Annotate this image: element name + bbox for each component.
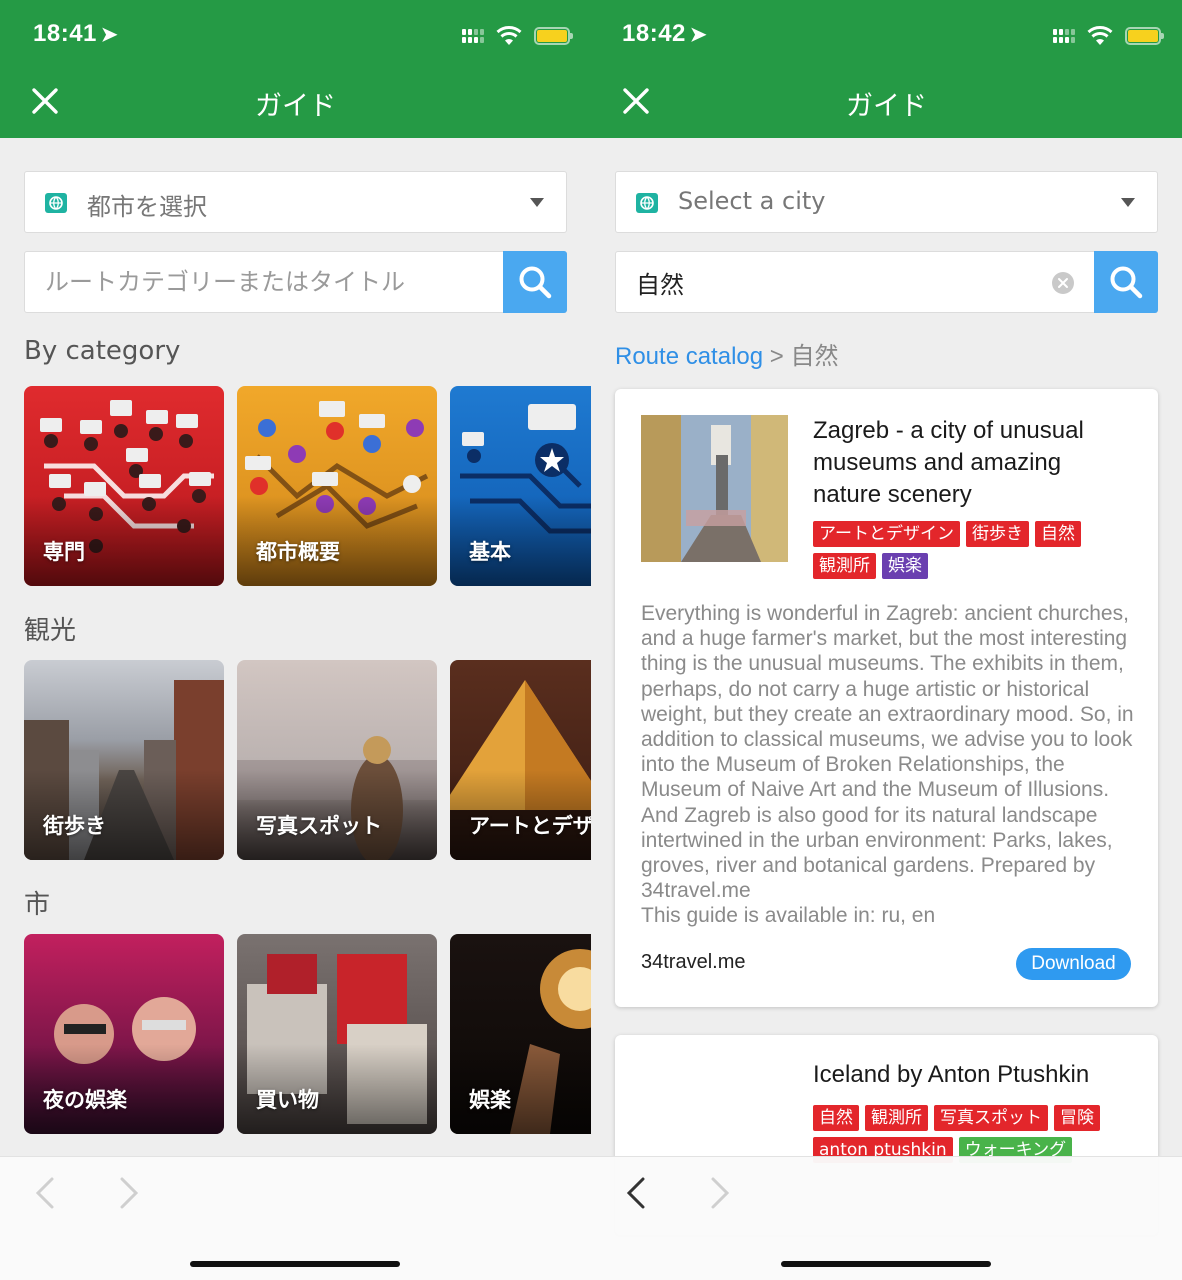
route-tags: 自然 観測所 写真スポット 冒険 anton ptushkin ウォーキング bbox=[813, 1105, 1143, 1163]
search-icon bbox=[1110, 266, 1143, 299]
tag[interactable]: 娯楽 bbox=[882, 553, 928, 579]
search-button[interactable] bbox=[503, 251, 567, 313]
right-screen: 18:42 ➤ ガイド Select a city 自然 Route catal… bbox=[591, 0, 1182, 1280]
sightseeing-row: 街歩き 写真スポット アートとデザイン bbox=[24, 660, 591, 860]
header-title: ガイド bbox=[846, 91, 927, 122]
sightseeing-card-photo-spots[interactable]: 写真スポット bbox=[237, 660, 437, 860]
card-label: 買い物 bbox=[256, 1088, 319, 1112]
breadcrumb-separator: > bbox=[769, 343, 784, 370]
route-card[interactable]: Zagreb - a city of unusual museums and a… bbox=[615, 389, 1158, 1007]
home-indicator[interactable] bbox=[190, 1261, 400, 1267]
category-row: 専門 都市概要 基本 bbox=[24, 386, 591, 586]
city-select-value: Select a city bbox=[678, 187, 826, 215]
browser-toolbar bbox=[591, 1156, 1182, 1280]
category-card-basic[interactable]: 基本 bbox=[450, 386, 591, 586]
chevron-left-icon[interactable] bbox=[30, 1175, 60, 1211]
location-arrow-icon: ➤ bbox=[100, 24, 119, 46]
route-source: 34travel.me bbox=[641, 951, 746, 973]
card-label: 都市概要 bbox=[256, 540, 340, 564]
battery-icon bbox=[534, 27, 573, 45]
card-label: 娯楽 bbox=[469, 1088, 511, 1112]
cellular-signal-icon bbox=[1053, 29, 1075, 43]
chevron-right-icon[interactable] bbox=[114, 1175, 144, 1211]
route-availability: This guide is available in: ru, en bbox=[641, 904, 936, 928]
tag[interactable]: 観測所 bbox=[813, 553, 876, 579]
search-button[interactable] bbox=[1094, 251, 1158, 313]
globe-icon bbox=[45, 193, 67, 213]
download-button[interactable]: Download bbox=[1016, 948, 1131, 980]
city-card-shopping[interactable]: 買い物 bbox=[237, 934, 437, 1134]
section-title-sightseeing: 観光 bbox=[24, 616, 77, 646]
card-label: 基本 bbox=[469, 540, 511, 564]
city-row: 夜の娯楽 買い物 娯楽 bbox=[24, 934, 591, 1134]
chevron-down-icon bbox=[1121, 198, 1135, 207]
tag[interactable]: 街歩き bbox=[965, 521, 1029, 547]
breadcrumb: Route catalog > 自然 bbox=[615, 336, 838, 371]
card-label: 街歩き bbox=[43, 814, 106, 838]
search-bar bbox=[24, 251, 567, 313]
chevron-down-icon bbox=[530, 198, 544, 207]
tag[interactable]: 冒険 bbox=[1054, 1105, 1100, 1131]
chevron-right-icon[interactable] bbox=[705, 1175, 735, 1211]
tag[interactable]: 自然 bbox=[1034, 521, 1081, 547]
city-select-value: 都市を選択 bbox=[87, 193, 207, 221]
left-screen: 18:41➤ ガイド 都市を選択 B bbox=[0, 0, 591, 1280]
card-label: 専門 bbox=[43, 540, 85, 564]
route-tags: アートとデザイン 街歩き 自然 観測所 娯楽 bbox=[813, 521, 1143, 579]
sightseeing-card-walking[interactable]: 街歩き bbox=[24, 660, 224, 860]
status-icons bbox=[1053, 24, 1164, 48]
globe-icon bbox=[636, 193, 658, 213]
breadcrumb-current: 自然 bbox=[790, 343, 839, 370]
tag[interactable]: 観測所 bbox=[865, 1105, 928, 1131]
city-select[interactable]: Select a city bbox=[615, 171, 1158, 233]
category-card-expert[interactable]: 専門 bbox=[24, 386, 224, 586]
card-label: 写真スポット bbox=[256, 814, 382, 838]
home-indicator[interactable] bbox=[781, 1261, 991, 1267]
route-title[interactable]: Iceland by Anton Ptushkin bbox=[813, 1059, 1133, 1091]
clear-icon[interactable] bbox=[1052, 272, 1074, 294]
app-header: 18:41 ➤ ガイド bbox=[0, 0, 591, 138]
tag[interactable]: 自然 bbox=[813, 1105, 859, 1131]
header-title: ガイド bbox=[255, 91, 336, 122]
status-time: 18:42 ➤ bbox=[622, 20, 708, 47]
search-input[interactable] bbox=[25, 252, 503, 312]
sightseeing-card-art-design[interactable]: アートとデザイン bbox=[450, 660, 591, 860]
section-title-city: 市 bbox=[24, 890, 51, 920]
search-icon bbox=[519, 266, 552, 299]
city-select[interactable]: 都市を選択 bbox=[24, 171, 567, 233]
route-description: Everything is wonderful in Zagreb: ancie… bbox=[641, 602, 1134, 928]
city-card-entertainment[interactable]: 娯楽 bbox=[450, 934, 591, 1134]
chevron-left-icon[interactable] bbox=[621, 1175, 651, 1211]
status-time: 18:41 ➤ bbox=[33, 20, 119, 47]
city-card-nightlife[interactable]: 夜の娯楽 bbox=[24, 934, 224, 1134]
card-label: 夜の娯楽 bbox=[43, 1088, 127, 1112]
location-arrow-icon: ➤ bbox=[689, 24, 708, 46]
wifi-icon bbox=[496, 26, 522, 45]
app-header: 18:42 ➤ ガイド bbox=[591, 0, 1182, 138]
wifi-icon bbox=[1087, 26, 1113, 45]
search-bar bbox=[615, 251, 1158, 313]
section-title-category: By category bbox=[24, 336, 181, 366]
card-label: アートとデザイン bbox=[469, 814, 591, 838]
route-title[interactable]: Zagreb - a city of unusual museums and a… bbox=[813, 415, 1133, 511]
search-input[interactable] bbox=[616, 252, 1094, 312]
route-thumbnail bbox=[641, 415, 788, 562]
breadcrumb-route-catalog-link[interactable]: Route catalog bbox=[615, 343, 763, 370]
tag[interactable]: アートとデザイン bbox=[813, 521, 960, 547]
browser-toolbar bbox=[0, 1156, 591, 1280]
cellular-signal-icon bbox=[462, 29, 484, 43]
battery-icon bbox=[1125, 27, 1164, 45]
category-card-city-overview[interactable]: 都市概要 bbox=[237, 386, 437, 586]
zagreb-street-photo bbox=[641, 415, 788, 562]
tag[interactable]: 写真スポット bbox=[934, 1105, 1048, 1131]
status-icons bbox=[462, 24, 573, 48]
